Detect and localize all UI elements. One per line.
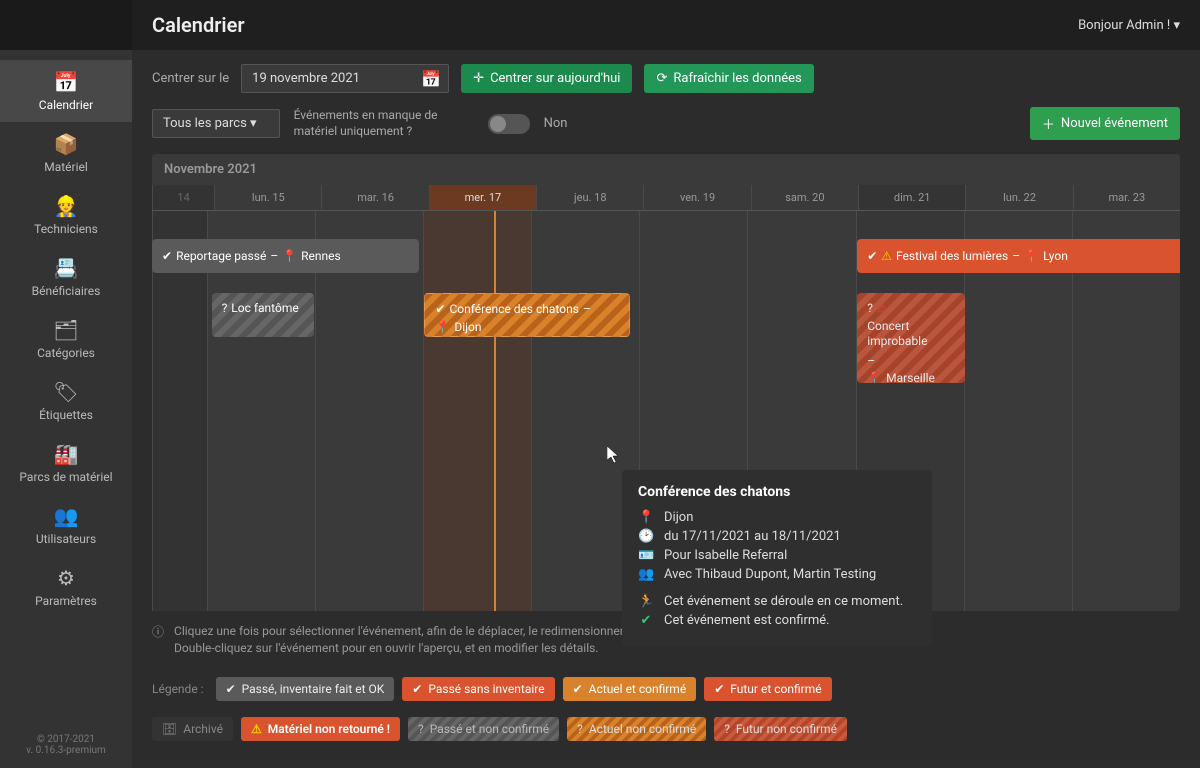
nav-parcs[interactable]: 🏭 Parcs de matériel [0, 432, 132, 494]
refresh-icon: ⟳ [656, 71, 667, 86]
box-icon: 📦 [5, 132, 127, 156]
nav-utilisateurs[interactable]: 👥 Utilisateurs [0, 494, 132, 556]
nav-beneficiaires[interactable]: 📇 Bénéficiaires [0, 246, 132, 308]
question-icon: ? [418, 722, 424, 736]
map-pin-icon: 📍 [282, 249, 297, 263]
day-header-23: mar. 23 [1073, 185, 1180, 210]
legend-past-ok: ✔Passé, inventaire fait et OK [216, 677, 395, 701]
legend-past-noinv: ✔Passé sans inventaire [402, 677, 554, 701]
nav-calendar[interactable]: 📅 Calendrier [0, 60, 132, 122]
warning-icon: ⚠ [881, 249, 892, 263]
info-icon: ⓘ [152, 623, 164, 657]
center-date-input[interactable] [241, 64, 449, 93]
archive-icon: 🗄 [162, 722, 177, 736]
check-icon: ✔ [714, 682, 724, 696]
nav-materiel[interactable]: 📦 Matériel [0, 122, 132, 184]
missing-filter-toggle[interactable] [488, 114, 530, 134]
missing-filter-label: Événements en manque de matériel uniquem… [294, 108, 474, 139]
legend-archived: 🗄Archivé [152, 717, 233, 741]
day-header-22: lun. 22 [965, 185, 1072, 210]
calendar-icon: 📅 [5, 70, 127, 94]
sitemap-icon: 🗂 [5, 318, 127, 342]
question-icon: ? [222, 301, 228, 317]
nav-categories[interactable]: 🗂 Catégories [0, 308, 132, 370]
refresh-button[interactable]: ⟳ Rafraîchir les données [644, 64, 813, 93]
users-cog-icon: 👥 [5, 504, 127, 528]
legend-past-unconf: ?Passé et non confirmé [408, 717, 559, 741]
page-title: Calendrier [152, 13, 245, 37]
legend-label: Légende : [152, 682, 204, 696]
map-pin-icon: 📍 [638, 510, 654, 525]
chevron-down-icon: ▾ [1173, 18, 1180, 33]
map-pin-icon: 📍 [867, 371, 882, 383]
event-loc[interactable]: ? Loc fantôme [212, 293, 315, 337]
sliders-icon: ⚙ [5, 566, 127, 590]
industry-icon: 🏭 [5, 442, 127, 466]
day-header-19: ven. 19 [643, 185, 750, 210]
warning-icon: ⚠ [877, 301, 888, 317]
legend-current-unconf: ?Actuel non confirmé [567, 717, 706, 741]
check-icon: ✔ [162, 249, 172, 263]
day-header-16: mar. 16 [321, 185, 428, 210]
check-icon: ✔ [412, 682, 422, 696]
new-event-button[interactable]: ＋ Nouvel événement [1030, 107, 1180, 140]
check-icon: ✔ [573, 682, 583, 696]
toggle-value-text: Non [544, 116, 568, 131]
day-header-20: sam. 20 [751, 185, 858, 210]
sidebar-footer: © 2017-2021 v. 0.16.3-premium [0, 726, 132, 768]
event-festival[interactable]: ✔ ⚠ Festival des lumières – 📍 Lyon [857, 239, 1180, 273]
check-icon: ✔ [867, 249, 877, 263]
legend-not-returned: ⚠Matériel non retourné ! [241, 717, 400, 741]
park-select[interactable]: Tous les parcs ▾ [152, 109, 280, 138]
address-book-icon: 📇 [5, 256, 127, 280]
event-concert[interactable]: ? ⚠ Concert improbable – 📍 Marseille [857, 293, 965, 383]
warning-icon: ⚠ [251, 722, 262, 736]
legend-current-conf: ✔Actuel et confirmé [563, 677, 697, 701]
nav-techniciens[interactable]: 👷 Techniciens [0, 184, 132, 246]
question-icon: ? [724, 722, 730, 736]
center-on-label: Centrer sur le [152, 71, 229, 86]
clock-icon: 🕑 [638, 529, 654, 544]
plus-icon: ＋ [1042, 114, 1055, 133]
id-card-icon: 🪪 [638, 548, 654, 563]
event-tooltip: Conférence des chatons 📍Dijon 🕑du 17/11/… [622, 470, 932, 646]
nav-etiquettes[interactable]: 🏷 Étiquettes [0, 370, 132, 432]
day-header-21: dim. 21 [858, 185, 965, 210]
check-icon: ✔ [435, 302, 445, 318]
event-conference[interactable]: ✔ Conférence des chatons – 📍 Dijon [424, 293, 630, 337]
map-pin-icon: 📍 [435, 320, 450, 336]
people-carry-icon: 👷 [5, 194, 127, 218]
question-icon: ? [867, 301, 873, 317]
logo-area [0, 0, 132, 50]
day-header-15: lun. 15 [214, 185, 321, 210]
center-today-button[interactable]: ✛ Centrer sur aujourd'hui [461, 64, 632, 93]
check-icon: ✔ [226, 682, 236, 696]
map-pin-icon: 📍 [1024, 249, 1039, 263]
nav-parametres[interactable]: ⚙ Paramètres [0, 556, 132, 618]
users-icon: 👥 [638, 567, 654, 582]
legend-future-conf: ✔Futur et confirmé [704, 677, 831, 701]
day-header-17: mer. 17 [429, 185, 536, 210]
tags-icon: 🏷 [5, 380, 127, 404]
legend-future-unconf: ?Futur non confirmé [714, 717, 847, 741]
check-icon: ✔ [638, 613, 654, 628]
month-label: Novembre 2021 [152, 154, 1180, 185]
event-reportage[interactable]: ✔ Reportage passé – 📍 Rennes [152, 239, 419, 273]
tooltip-title: Conférence des chatons [638, 484, 916, 500]
running-icon: 🏃 [638, 594, 654, 609]
question-icon: ? [577, 722, 583, 736]
day-header-14: 14 [152, 185, 214, 210]
day-header-18: jeu. 18 [536, 185, 643, 210]
user-menu[interactable]: Bonjour Admin ! ▾ [1078, 18, 1180, 33]
crosshair-icon: ✛ [473, 71, 484, 86]
